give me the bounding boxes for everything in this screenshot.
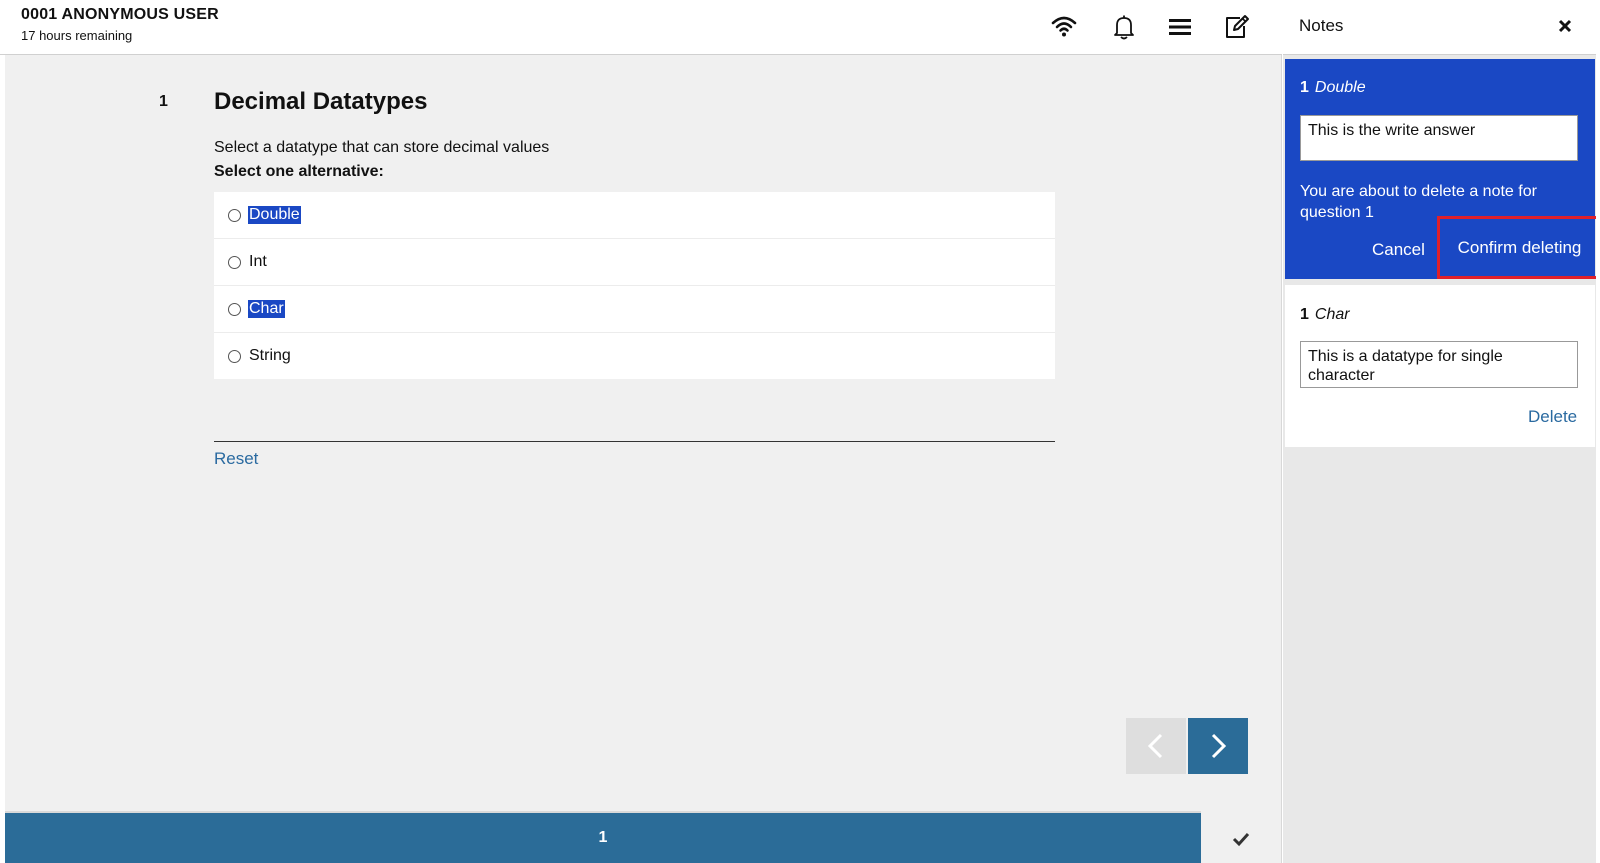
notes-panel: Notes 1 Double This is the write answer Y… [1283,0,1600,863]
close-notes-button[interactable] [1553,14,1577,38]
question-text: Select a datatype that can store decimal… [214,139,550,156]
radio-button[interactable] [228,208,241,222]
question-navigation-bar: 1 [5,811,1201,863]
note-text-field[interactable]: This is a datatype for single character [1300,341,1578,388]
option-int[interactable]: Int [214,239,1055,286]
page-number[interactable]: 1 [5,829,1201,847]
option-label: Char [248,300,285,318]
delete-note-link[interactable]: Delete [1528,407,1577,427]
next-button[interactable] [1188,718,1248,774]
notes-header: Notes [1283,0,1600,55]
menu-icon[interactable] [1166,13,1194,41]
answer-options: Double Int Char String [214,192,1055,379]
option-char[interactable]: Char [214,286,1055,333]
question-instruction: Select one alternative: [214,163,384,180]
radio-button[interactable] [228,302,241,316]
left-edge [0,55,5,863]
radio-button[interactable] [228,349,241,363]
confirm-delete-label: Confirm deleting [1457,237,1582,257]
wifi-icon[interactable] [1050,13,1078,41]
question-title: Decimal Datatypes [214,88,428,115]
option-label: Int [249,253,267,270]
note-text-field[interactable]: This is the write answer [1300,115,1578,161]
main-area: 0001 ANONYMOUS USER 17 hours remaining 1… [0,0,1282,863]
bell-icon[interactable] [1110,13,1138,41]
option-double[interactable]: Double [214,192,1055,239]
note-heading: 1 Double [1300,79,1366,97]
top-header: 0001 ANONYMOUS USER 17 hours remaining [0,0,1282,55]
note-option-name: Double [1314,79,1366,96]
chevron-right-icon [1211,733,1227,759]
edit-note-icon[interactable] [1222,13,1250,41]
user-name: 0001 ANONYMOUS USER [21,6,219,23]
confirm-delete-button[interactable]: Confirm deleting [1437,216,1600,279]
note-question-number: 1 [1300,79,1309,96]
option-label: String [249,347,291,364]
finish-button[interactable] [1224,826,1258,852]
note-question-number: 1 [1300,306,1309,323]
note-delete-confirmation: 1 Double This is the write answer You are… [1285,59,1600,279]
radio-button[interactable] [228,255,241,269]
option-label: Double [248,206,301,224]
divider [214,441,1055,442]
reset-link[interactable]: Reset [214,449,258,469]
note-card: 1 Char This is a datatype for single char… [1285,285,1595,447]
time-remaining: 17 hours remaining [21,28,133,43]
note-option-name: Char [1314,306,1350,323]
previous-button[interactable] [1126,718,1186,774]
notes-scrollbar[interactable] [1596,0,1600,863]
checkmark-icon [1232,832,1250,847]
close-icon [1558,19,1572,33]
notes-title: Notes [1299,16,1344,35]
option-string[interactable]: String [214,333,1055,379]
note-heading: 1 Char [1300,306,1350,324]
question-number: 1 [159,93,168,110]
cancel-button[interactable]: Cancel [1372,240,1425,260]
chevron-left-icon [1147,733,1163,759]
